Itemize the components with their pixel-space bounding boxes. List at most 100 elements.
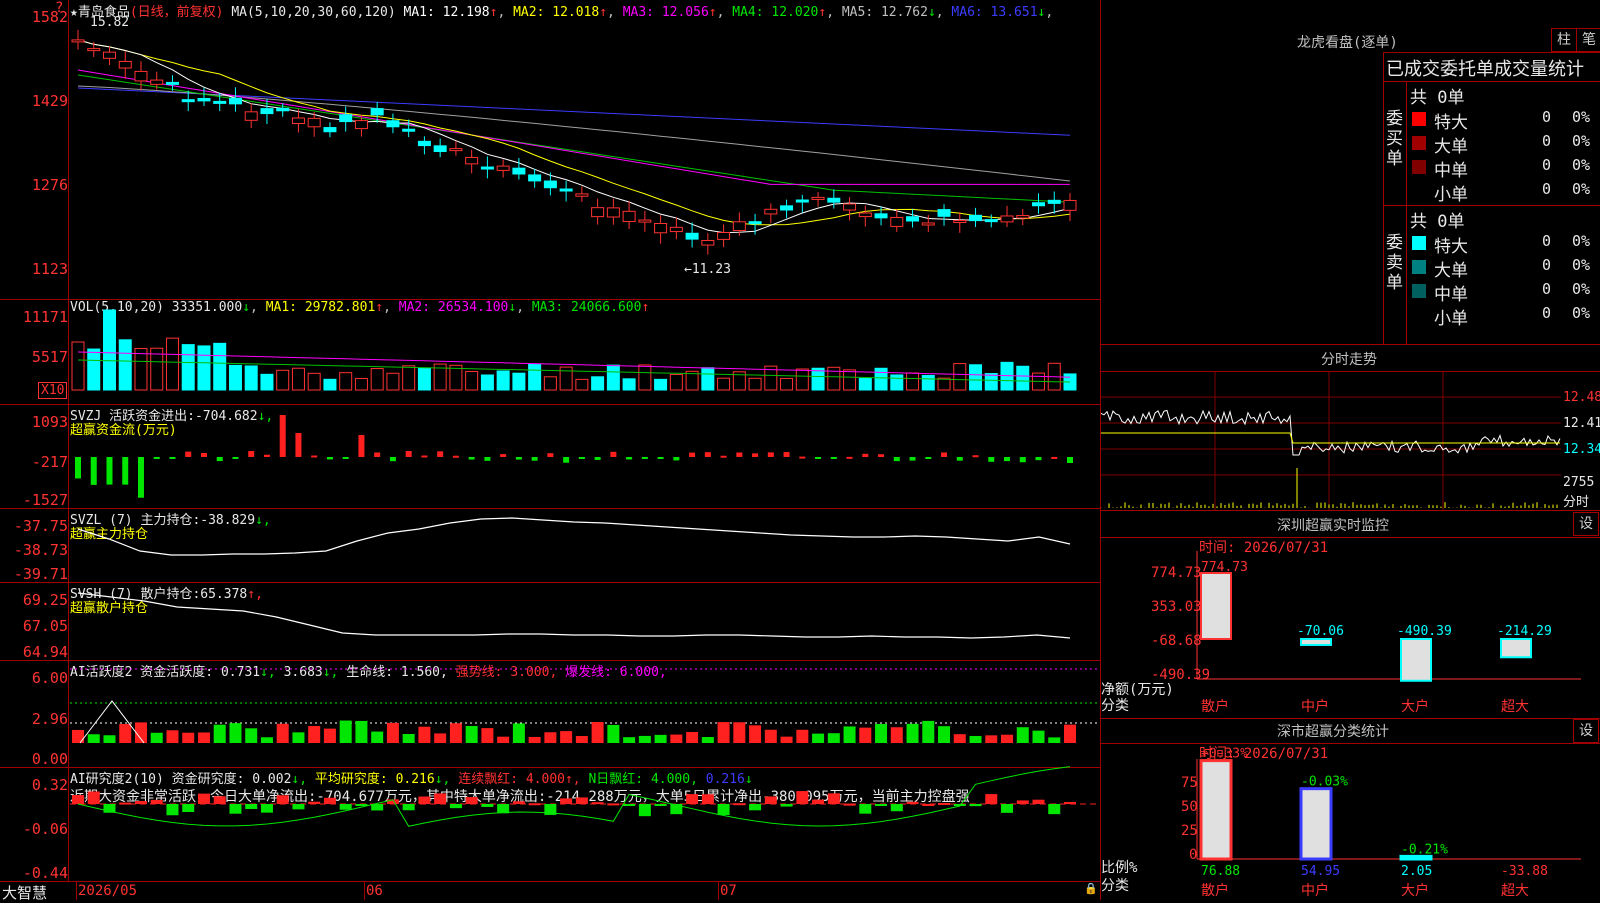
right-sidebar[interactable]: 龙虎看盘(逐单) 柱 笔 已成交委托单成交量统计 委买单 委卖单 共 0单 共 … [1100,0,1600,900]
candle-body [339,114,353,123]
fs-axis-4: 2755 [1563,475,1595,490]
realtime-monitor-panel[interactable]: 深圳超赢实时监控 设 时间: 2026/07/31 774.73 353.03 … [1101,511,1600,719]
volume-bar [937,377,951,391]
volume-bar [402,365,416,391]
svzj-bar [122,457,129,485]
volume-bar [906,372,920,391]
cls-bar-2 [1299,787,1333,861]
ai-bar [134,722,147,743]
candle-body [669,226,683,233]
chart-area[interactable]: 1582 1429 1276 1123 ? ★青岛食品(日线，前复权) MA(5… [0,0,1101,902]
ai2-bar [623,804,636,806]
candle-body [654,223,668,234]
candle-body [1047,199,1061,204]
svzj-bar [862,453,869,457]
volume-bar [780,377,794,391]
price-panel[interactable]: 1582 1429 1276 1123 ? ★青岛食品(日线，前复权) MA(5… [0,0,1100,300]
ai2-bar [87,791,100,804]
svzl-line-path [77,517,1071,556]
cls-bar-label: 散户 [1201,882,1229,899]
svzj-bar [972,455,979,458]
candle-body [449,148,463,152]
candle-body [543,180,557,189]
svzj-bar [878,454,885,457]
ai2-bar [134,800,147,804]
svzj-bar [626,457,633,460]
svzj-bar [248,451,255,457]
ai2-bar [780,804,793,807]
ai-research-panel[interactable]: 0.32 -0.06 -0.44 AI研究度2(10) 资金研究度: 0.002… [0,766,1100,882]
intraday-panel[interactable]: 分时走势 12.48 12.41 12.34 2755 分时 [1100,345,1600,511]
ai-bar [276,723,289,743]
candle-body [386,120,400,128]
ma-line-2 [77,85,1071,182]
ai-bar [103,735,116,743]
svzj-bar [641,457,648,459]
buy-qty: 0 [1542,132,1552,150]
svzl-panel[interactable]: -37.75 -38.73 -39.71 SVZL (7) 主力持仓:-38.8… [0,509,1100,583]
ai2-bar [638,804,651,817]
fs-axis-1: 12.48 [1563,390,1600,405]
ai2-bar [749,804,762,811]
ai2-bar [890,804,903,812]
candle-body [780,205,794,211]
tick-mode-button[interactable]: 笔 [1576,28,1600,52]
mon-bar-value: 774.73 [1201,560,1248,575]
ai-bar [638,735,651,743]
candle-body [118,60,132,69]
ai-bar [213,724,226,743]
candle-body [732,221,746,231]
ai-bar [827,733,840,743]
buy-row: 小单 0 0% [1408,179,1600,205]
svsh-line-path [77,592,1071,639]
volume-bar [654,378,668,391]
cls-bar-change: -0.03% [1301,775,1348,790]
volume-bar [575,378,589,391]
ai2-bar [1001,804,1014,813]
cls-bar-value: 2.05 [1401,864,1432,879]
volume-panel[interactable]: 11171 5517 X10 VOL(5,10,20) 33351.000↓, … [0,300,1100,405]
bar-mode-button[interactable]: 柱 [1551,28,1577,52]
svsh-line [77,592,1071,639]
candle-body [291,117,305,125]
category-bar-chart: +0.33% 76.88 散户 -0.03% 54.95 中户 -0.21% 2.05 大户 -3… [1196,747,1581,899]
svzj-bar [752,453,759,457]
candlestick-chart[interactable] [0,0,1100,299]
date-bar[interactable]: 大智慧 2026/05 06 07 🔒 [0,882,1100,902]
ai2-bar [985,794,998,804]
volume-bar [606,364,620,391]
ai-bar [528,736,541,743]
candle-body [874,213,888,219]
svzj-bar [657,457,664,459]
volume-bar [512,372,526,391]
dragon-tiger-panel[interactable]: 龙虎看盘(逐单) 柱 笔 已成交委托单成交量统计 委买单 委卖单 共 0单 共 … [1101,0,1600,345]
svzj-bar [547,453,554,457]
lock-icon[interactable]: 🔒 [1084,882,1098,895]
volume-bars [71,309,1077,391]
svzj-panel[interactable]: 1093 -217 -1527 SVZJ 活跃资金进出:-704.682↓, 超… [0,405,1100,509]
volume-bar [890,374,904,391]
ai2-bar [1064,801,1076,804]
buy-pct: 0% [1572,156,1591,174]
candle-body [102,51,116,59]
ai2-bar [686,794,699,804]
ai-activity-panel[interactable]: 6.00 2.96 0.00 AI活跃度2 资金活跃度: 0.731↓, 3.6… [0,661,1100,768]
candle-body [323,127,337,133]
ai-bar [465,726,478,743]
category-stats-panel[interactable]: 深市超赢分类统计 设 时间: 2026/07/31 75 50 25 0 比例%… [1101,719,1600,900]
ai2-bar [481,804,494,807]
volume-bar [669,373,683,391]
volume-bar [386,372,400,391]
intraday-chart[interactable] [1100,345,1600,510]
sell-name: 中单 [1434,285,1468,305]
sell-swatch [1412,284,1426,298]
svzj-bar [468,457,475,460]
ai-bar [418,726,431,743]
volume-bar [370,368,384,391]
candle-body [134,70,148,82]
svsh-panel[interactable]: 69.25 67.05 64.94 SVSH (7) 散户持仓:65.378↑,… [0,583,1100,661]
ai2-bar [969,804,982,807]
candle-body [606,207,620,218]
candle-body [307,117,321,128]
ai2-bar [1016,800,1029,804]
